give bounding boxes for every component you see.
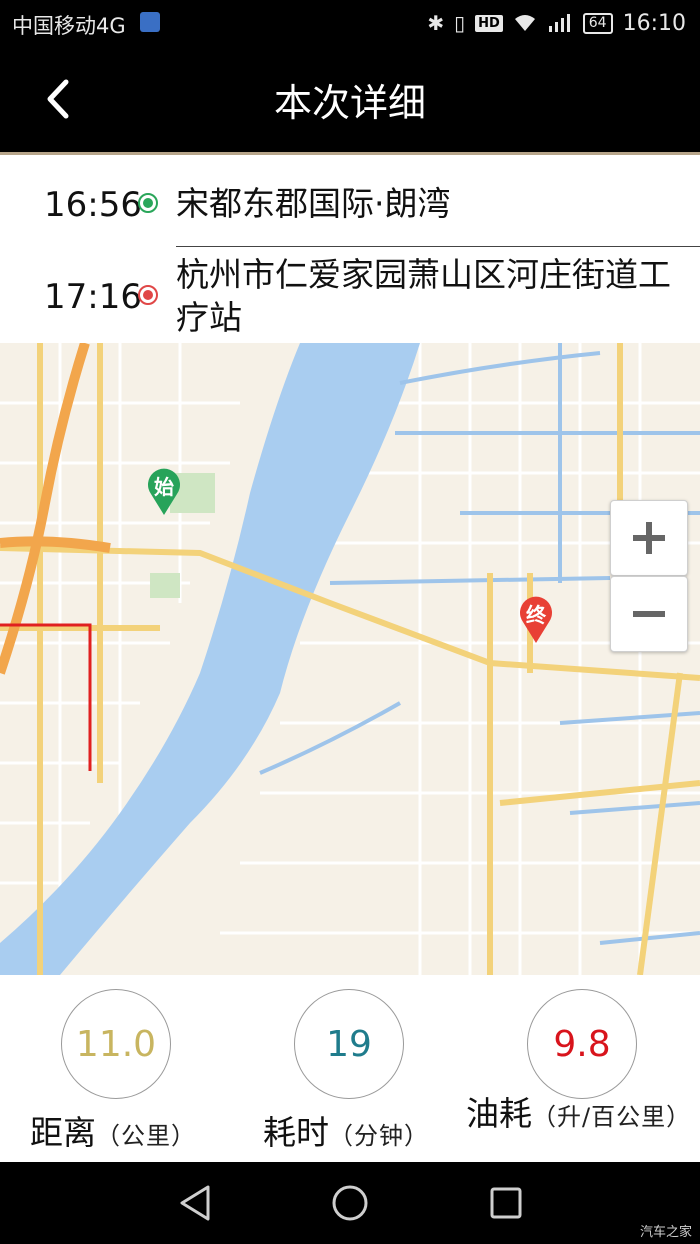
nav-home-button[interactable] [330, 1183, 370, 1223]
duration-unit: （分钟） [329, 1122, 429, 1150]
square-recents-icon [490, 1187, 522, 1219]
watermark: 汽车之家 [639, 1225, 692, 1240]
battery-icon: 64 [582, 12, 613, 34]
end-marker-label: 终 [526, 603, 546, 627]
end-time: 17:16 [44, 277, 142, 317]
hd-voice-icon: HD [475, 14, 503, 32]
distance-unit: （公里） [96, 1122, 196, 1150]
status-clock: 16:10 [622, 10, 686, 36]
fuel-label: 油耗（升/百公里） [466, 1096, 699, 1162]
start-marker[interactable]: 始 [146, 466, 182, 516]
vibrate-icon: ▯ [454, 11, 466, 35]
distance-value: 11.0 [61, 989, 171, 1099]
carrier-app-icon [140, 12, 160, 32]
start-time: 16:56 [44, 185, 142, 225]
status-icons: ✱ ▯ HD 64 16:10 [427, 8, 686, 38]
wifi-icon [514, 15, 535, 31]
route-divider [176, 246, 700, 247]
start-point-icon [138, 193, 158, 213]
trip-stats: 11.0 距离（公里） 19 耗时（分钟） 9.8 油耗（升/百公里） [0, 975, 700, 1162]
nav-recents-button[interactable] [486, 1183, 526, 1223]
distance-label: 距离（公里） [30, 1106, 196, 1154]
end-place: 杭州市仁爱家园萧山区河庄街道工疗站 [176, 255, 671, 337]
fuel-unit: （升/百公里） [532, 1103, 692, 1131]
nav-back-button[interactable] [176, 1183, 216, 1223]
system-nav-bar: 汽车之家 [0, 1162, 700, 1244]
carrier-name: 中国移动4G [12, 14, 126, 38]
end-marker[interactable]: 终 [518, 594, 554, 644]
minus-icon [633, 611, 665, 617]
fuel-label-text: 油耗 [466, 1096, 532, 1133]
fuel-value: 9.8 [527, 989, 637, 1099]
zoom-in-button[interactable] [610, 500, 688, 576]
bluetooth-icon: ✱ [427, 11, 445, 35]
map-base [0, 343, 700, 975]
zoom-out-button[interactable] [610, 576, 688, 652]
duration-label-text: 耗时 [263, 1113, 329, 1152]
duration-stat: 19 耗时（分钟） [233, 975, 466, 1162]
distance-label-text: 距离 [30, 1113, 96, 1152]
start-place: 宋都东郡国际·朗湾 [176, 184, 451, 223]
signal-icon [548, 14, 570, 32]
app-header: 本次详细 [0, 48, 700, 152]
circle-home-icon [332, 1185, 368, 1221]
page-title: 本次详细 [273, 81, 426, 125]
start-marker-label: 始 [154, 475, 174, 499]
triangle-back-icon [180, 1185, 210, 1221]
distance-stat: 11.0 距离（公里） [0, 975, 233, 1162]
status-bar: 中国移动4G ✱ ▯ HD 64 16:10 [0, 0, 700, 48]
trip-map[interactable]: 始 终 [0, 343, 700, 975]
fuel-stat: 9.8 油耗（升/百公里） [466, 975, 699, 1162]
duration-label: 耗时（分钟） [263, 1106, 429, 1154]
end-point-icon [138, 285, 158, 305]
plus-icon [633, 522, 665, 554]
duration-value: 19 [294, 989, 404, 1099]
trip-route: 16:56 宋都东郡国际·朗湾 17:16 杭州市仁爱家园萧山区河庄街道工疗站 [0, 155, 700, 343]
